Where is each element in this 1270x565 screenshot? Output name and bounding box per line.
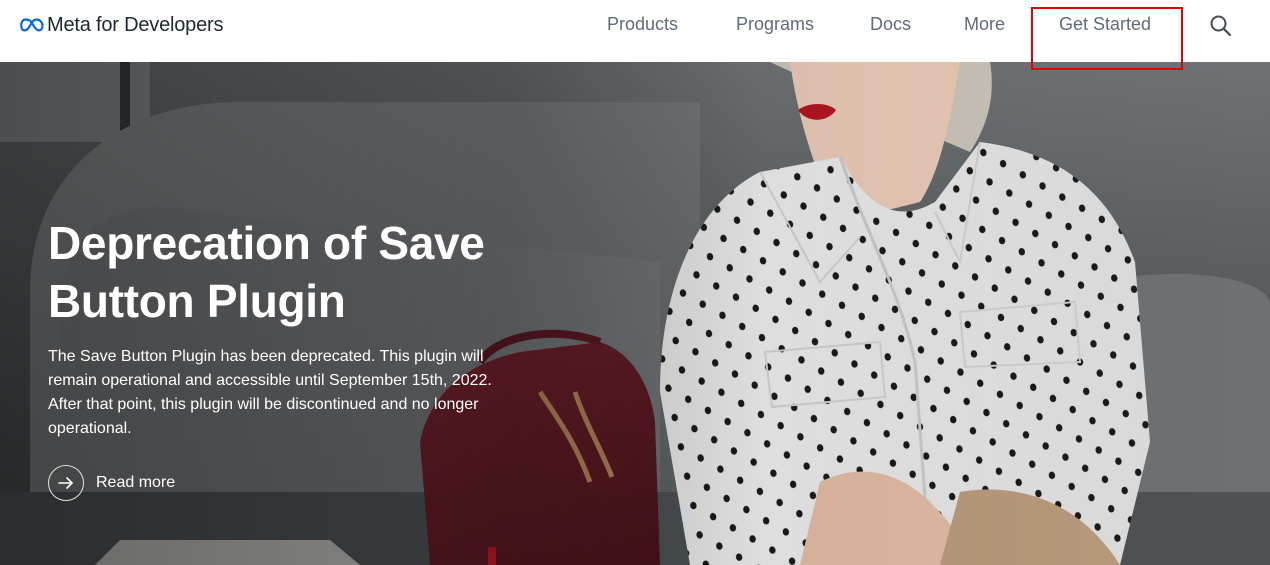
hero-title-line-2: Button Plugin — [48, 275, 346, 327]
meta-for-developers-home-link[interactable]: Meta for Developers — [20, 12, 223, 38]
hero-title: Deprecation of Save Button Plugin — [48, 214, 608, 330]
nav-more[interactable]: More — [964, 14, 1005, 35]
hero-description: The Save Button Plugin has been deprecat… — [48, 345, 538, 441]
meta-infinity-logo-icon — [20, 18, 44, 32]
search-icon — [1210, 15, 1232, 37]
top-nav-bar: Meta for Developers Products Programs Do… — [0, 0, 1270, 62]
nav-get-started[interactable]: Get Started — [1059, 14, 1151, 35]
nav-products[interactable]: Products — [607, 14, 678, 35]
read-more-link[interactable]: Read more — [48, 465, 175, 501]
nav-docs[interactable]: Docs — [870, 14, 911, 35]
nav-programs[interactable]: Programs — [736, 14, 814, 35]
hero-description-line-1: The Save Button Plugin has been deprecat… — [48, 348, 484, 365]
hero-title-line-1: Deprecation of Save — [48, 217, 485, 269]
hero-description-line-4: operational. — [48, 420, 132, 437]
arrow-right-icon — [58, 477, 73, 489]
hero-description-line-2: remain operational and accessible until … — [48, 372, 492, 389]
read-more-circle[interactable] — [48, 465, 84, 501]
search-button[interactable] — [1207, 12, 1235, 40]
brand-name: Meta for Developers — [47, 13, 224, 36]
hero-description-line-3: After that point, this plugin will be di… — [48, 396, 479, 413]
read-more-label: Read more — [96, 474, 176, 491]
hero-banner: Deprecation of Save Button Plugin The Sa… — [0, 62, 1270, 565]
